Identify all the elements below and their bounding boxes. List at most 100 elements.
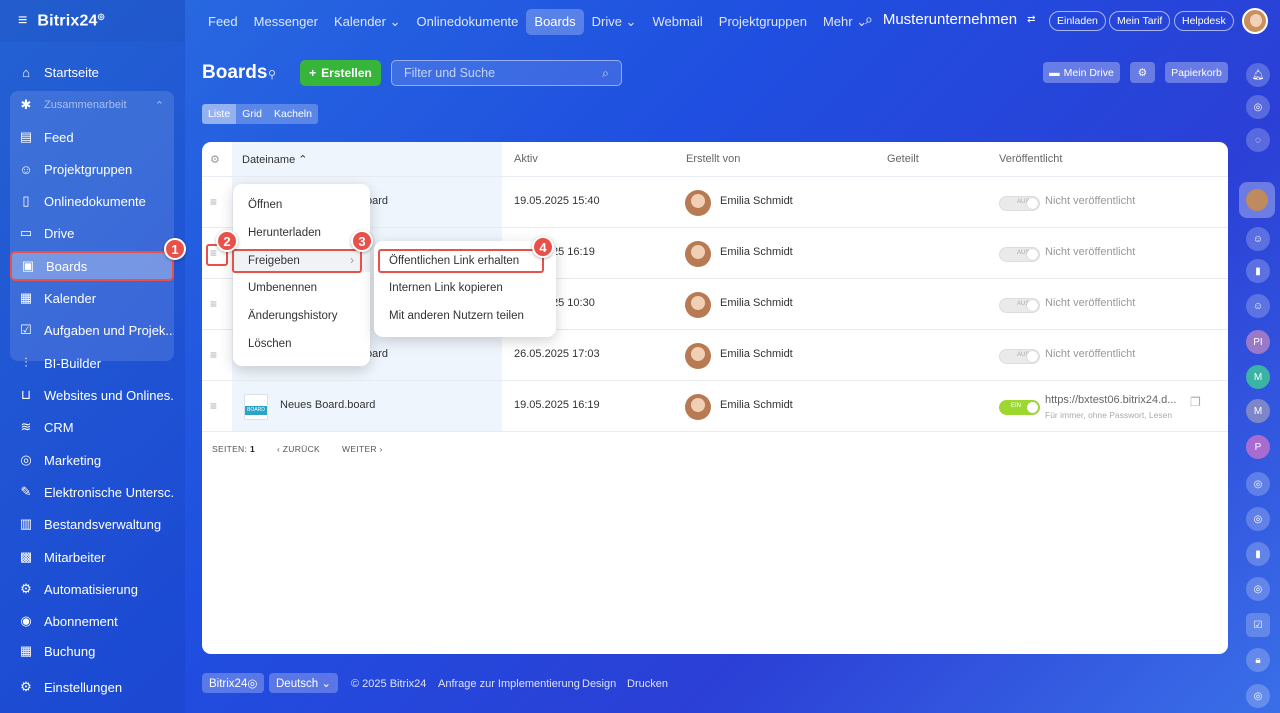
trash-button[interactable]: Papierkorb xyxy=(1165,62,1228,83)
invite-button[interactable]: Einladen xyxy=(1049,11,1106,31)
table-row[interactable]: ≡ BOARD Neues Board.board 19.05.2025 16:… xyxy=(202,381,1228,432)
app-icon[interactable]: ▮ xyxy=(1246,259,1270,283)
tab-kacheln[interactable]: Kacheln xyxy=(268,104,318,124)
sidebar-item-einstellungen[interactable]: ⚙ Einstellungen xyxy=(10,672,174,702)
row-user[interactable]: Emilia Schmidt xyxy=(720,399,793,411)
sidebar-item-crm[interactable]: ≋ CRM xyxy=(10,412,174,442)
nav-drive[interactable]: Drive ⌄ xyxy=(584,9,645,35)
copy-icon[interactable]: ❐ xyxy=(1190,395,1201,409)
contact-avatar[interactable] xyxy=(1239,182,1275,218)
sidebar-item-drive[interactable]: ▭ Drive xyxy=(10,218,174,248)
nav-boards[interactable]: Boards xyxy=(526,9,584,35)
helpdesk-button[interactable]: Helpdesk xyxy=(1174,11,1234,31)
sidebar-item-zusammenarbeit[interactable]: ✱ Zusammenarbeit ⌃ xyxy=(10,90,174,120)
sidebar-item-onlinedokumente[interactable]: ▯ Onlinedokumente xyxy=(10,186,174,216)
row-menu-icon[interactable]: ≡ xyxy=(210,297,221,311)
header-created-by[interactable]: Erstellt von xyxy=(686,153,740,165)
copilot-icon-4[interactable]: ◎ xyxy=(1246,577,1270,601)
create-button[interactable]: + Erstellen xyxy=(300,60,381,86)
footer-link-design[interactable]: Design xyxy=(582,678,616,690)
tariff-button[interactable]: Mein Tarif xyxy=(1109,11,1171,31)
contact-initials-m[interactable]: M xyxy=(1246,365,1270,389)
search-input[interactable]: Filter und Suche ⌕ xyxy=(391,60,622,86)
nav-messenger[interactable]: Messenger xyxy=(246,9,326,35)
sidebar-item-bestand[interactable]: ▥ Bestandsverwaltung xyxy=(10,509,174,539)
header-shared[interactable]: Geteilt xyxy=(887,153,919,165)
menu-item-share-users[interactable]: Mit anderen Nutzern teilen xyxy=(389,305,524,327)
header-published[interactable]: Veröffentlicht xyxy=(999,153,1062,165)
tab-liste[interactable]: Liste xyxy=(202,104,237,124)
sidebar-item-mitarbeiter[interactable]: ▩ Mitarbeiter xyxy=(10,542,174,572)
company-name[interactable]: Musterunternehmen xyxy=(883,11,1017,28)
table-settings-icon[interactable]: ⚙ xyxy=(210,153,220,166)
checkbox-icon[interactable]: ☑ xyxy=(1246,613,1270,637)
footer-brand-button[interactable]: Bitrix24◎ xyxy=(202,673,265,693)
contact-initials-p[interactable]: P xyxy=(1246,435,1270,459)
nav-projektgruppen[interactable]: Projektgruppen xyxy=(711,9,815,35)
publish-toggle[interactable]: AUS xyxy=(999,196,1040,211)
search-icon[interactable]: ⌕ xyxy=(865,11,873,28)
copilot-icon-2[interactable]: ◎ xyxy=(1246,472,1270,496)
row-user[interactable]: Emilia Schmidt xyxy=(720,297,793,309)
brand-logo[interactable]: Bitrix24◎ xyxy=(37,12,104,30)
sidebar-item-abonnement[interactable]: ◉ Abonnement xyxy=(10,606,174,636)
header-active[interactable]: Aktiv xyxy=(514,153,538,165)
lock-icon[interactable]: 🔒︎ xyxy=(1246,648,1270,672)
row-user[interactable]: Emilia Schmidt xyxy=(720,348,793,360)
header-filename[interactable]: Dateiname ⌃ xyxy=(242,153,307,166)
row-menu-icon[interactable]: ≡ xyxy=(210,399,221,413)
pager-back[interactable]: ‹ ZURÜCK xyxy=(277,444,320,454)
menu-item-download[interactable]: Herunterladen xyxy=(248,222,321,244)
sidebar-item-automatisierung[interactable]: ⚙ Automatisierung xyxy=(10,574,174,604)
sidebar-item-websites[interactable]: ⊔ Websites und Onlines... xyxy=(10,380,174,410)
nav-kalender[interactable]: Kalender ⌄ xyxy=(326,9,409,35)
row-menu-icon[interactable]: ≡ xyxy=(210,195,221,209)
row-user[interactable]: Emilia Schmidt xyxy=(720,195,793,207)
sidebar-item-boards[interactable]: ▣ Boards xyxy=(10,251,174,281)
pin-icon[interactable]: ⚲ xyxy=(268,68,276,81)
nav-onlinedokumente[interactable]: Onlinedokumente xyxy=(409,9,527,35)
copilot-icon-3[interactable]: ◎ xyxy=(1246,507,1270,531)
menu-item-delete[interactable]: Löschen xyxy=(248,333,291,355)
sidebar-item-signatur[interactable]: ✎ Elektronische Untersc... xyxy=(10,477,174,507)
pager-current[interactable]: 1 xyxy=(250,444,255,454)
copilot-icon-5[interactable]: ◎ xyxy=(1246,684,1270,708)
footer-link-print[interactable]: Drucken xyxy=(627,678,668,690)
app-icon-2[interactable]: ▮ xyxy=(1246,542,1270,566)
sidebar-item-aufgaben[interactable]: ☑ Aufgaben und Projek... xyxy=(10,315,174,345)
my-drive-button[interactable]: ▬ Mein Drive xyxy=(1043,62,1120,83)
bell-icon[interactable]: 🔔︎ xyxy=(1246,63,1270,87)
sidebar-item-startseite[interactable]: ⌂ Startseite xyxy=(10,57,174,87)
menu-item-open[interactable]: Öffnen xyxy=(248,194,282,216)
row-menu-icon[interactable]: ≡ xyxy=(210,348,221,362)
publish-toggle[interactable]: AUS xyxy=(999,247,1040,262)
pager-next[interactable]: WEITER › xyxy=(342,444,383,454)
nav-webmail[interactable]: Webmail xyxy=(644,9,710,35)
contact-initials-m-2[interactable]: M xyxy=(1246,399,1270,423)
public-link[interactable]: https://bxtest06.bitrix24.d... xyxy=(1045,394,1176,406)
sidebar-item-marketing[interactable]: ◎ Marketing xyxy=(10,445,174,475)
contact-initials-pi[interactable]: PI xyxy=(1246,330,1270,354)
nav-feed[interactable]: Feed xyxy=(200,9,246,35)
menu-icon[interactable]: ≡ xyxy=(18,12,27,30)
file-name[interactable]: Neues Board.board xyxy=(280,399,375,411)
chat-icon[interactable]: ◌ xyxy=(1246,128,1270,152)
sidebar-item-bi-builder[interactable]: ⫶ BI-Builder xyxy=(10,348,174,378)
group-avatar-2[interactable]: ☺ xyxy=(1246,294,1270,318)
menu-item-history[interactable]: Änderungshistory xyxy=(248,305,338,327)
copilot-icon[interactable]: ◎ xyxy=(1246,95,1270,119)
menu-item-internal-link[interactable]: Internen Link kopieren xyxy=(389,277,503,299)
tab-grid[interactable]: Grid xyxy=(236,104,268,124)
menu-item-rename[interactable]: Umbenennen xyxy=(248,277,317,299)
row-user[interactable]: Emilia Schmidt xyxy=(720,246,793,258)
language-select[interactable]: Deutsch ⌄ xyxy=(269,673,339,693)
publish-toggle[interactable]: EIN xyxy=(999,400,1040,415)
sidebar-item-feed[interactable]: ▤ Feed xyxy=(10,122,174,152)
footer-link-implementation[interactable]: Anfrage zur Implementierung xyxy=(438,678,580,690)
publish-toggle[interactable]: AUS xyxy=(999,349,1040,364)
publish-toggle[interactable]: AUS xyxy=(999,298,1040,313)
group-avatar[interactable]: ☺ xyxy=(1246,227,1270,251)
sidebar-item-projektgruppen[interactable]: ☺ Projektgruppen xyxy=(10,154,174,184)
user-avatar[interactable] xyxy=(1242,8,1268,34)
sidebar-item-kalender[interactable]: ▦ Kalender xyxy=(10,283,174,313)
